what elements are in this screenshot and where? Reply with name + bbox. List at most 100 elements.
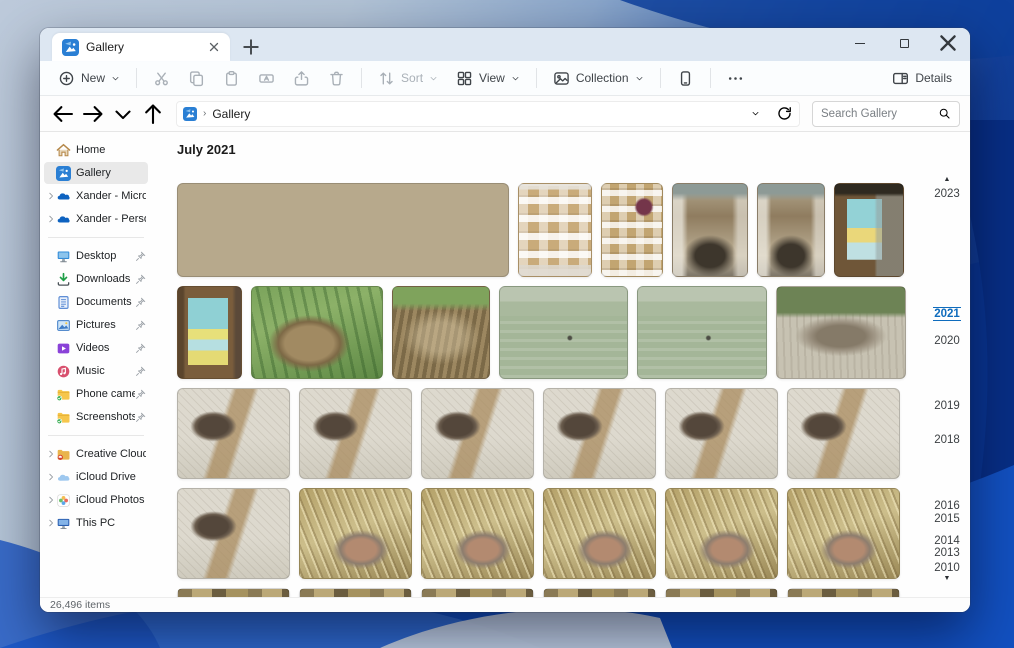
sidebar-item-documents[interactable]: Documents [44,291,148,313]
timeline-year-2021[interactable]: 2021 [924,308,970,320]
search-box[interactable] [812,101,960,127]
sidebar-item-videos[interactable]: Videos [44,337,148,359]
photo-nest-close[interactable] [392,286,490,379]
share-button[interactable] [285,65,318,92]
sidebar-item-creative-cloud-files[interactable]: Creative Cloud Files [44,443,148,465]
breadcrumb[interactable]: › Gallery [176,101,800,127]
up-button[interactable] [140,101,166,127]
pin-icon [135,297,146,308]
sidebar-item-home[interactable]: Home [44,139,148,161]
photo-bird-poster-close[interactable] [177,286,242,379]
photo-sparrow-on-sand-2[interactable] [299,388,412,479]
sidebar-item-this-pc[interactable]: This PC [44,512,148,534]
photo-interior-windows-2[interactable] [757,183,825,277]
tab-gallery[interactable]: Gallery [52,33,230,61]
sort-button[interactable]: Sort [370,65,446,92]
timeline-year-2023[interactable]: 2023 [924,188,970,200]
photo-clipped-photo-4[interactable] [543,588,656,597]
expand-chevron-icon[interactable] [46,518,56,528]
forward-button[interactable] [80,101,106,127]
sidebar-item-phone-camera-roll[interactable]: Phone camera rc [44,383,148,405]
tab-close-icon[interactable] [206,39,222,55]
more-options-button[interactable] [719,65,752,92]
photo-sparrow-in-straw-4[interactable] [665,488,778,579]
photo-sparrow-in-straw-2[interactable] [421,488,534,579]
photo-sparrow-on-sand-6[interactable] [787,388,900,479]
photo-clipped-photo-6[interactable] [787,588,900,597]
phone-link-button[interactable] [669,65,702,92]
photo-interior-windows[interactable] [672,183,748,277]
photo-sparrow-on-sand-3[interactable] [421,388,534,479]
back-button[interactable] [50,101,76,127]
photo-bird-poster-on-post[interactable] [834,183,904,277]
sidebar-item-onedrive-microsoft[interactable]: Xander - Microsoft [44,185,148,207]
refresh-button[interactable] [776,105,793,122]
photo-sparrow-on-sand-4[interactable] [543,388,656,479]
timeline-year-2010[interactable]: 2010 [924,562,970,574]
timeline-year-2018[interactable]: 2018 [924,434,970,446]
photo-clipped-photo-2[interactable] [299,588,412,597]
photo-marsh-with-bird[interactable] [499,286,628,379]
status-bar: 26,496 items [40,597,970,612]
sidebar-item-icloud-photos[interactable]: iCloud Photos [44,489,148,511]
search-input[interactable] [821,108,938,120]
sidebar-item-onedrive-personal[interactable]: Xander - Personal [44,208,148,230]
sidebar-item-label: Pictures [76,319,135,331]
photo-visitor-center-panorama[interactable] [177,183,509,277]
photo-bulletin-board[interactable] [518,183,592,277]
timeline-down-icon[interactable]: ▼ [924,575,970,582]
photo-nest-in-grass-wide[interactable] [251,286,383,379]
cut-button[interactable] [145,65,178,92]
photo-row [177,286,905,379]
photo-marsh-with-bird-2[interactable] [637,286,767,379]
paste-button[interactable] [215,65,248,92]
new-chevron-icon [111,74,120,83]
sidebar-item-desktop[interactable]: Desktop [44,245,148,267]
copy-button[interactable] [180,65,213,92]
minimize-button[interactable] [838,28,882,58]
photo-sparrow-on-sand-5[interactable] [665,388,778,479]
sidebar-item-pictures[interactable]: Pictures [44,314,148,336]
photo-row [177,488,905,579]
photo-driftwood-on-beach[interactable] [776,286,906,379]
timeline-year-2016[interactable]: 2016 [924,500,970,512]
expand-chevron-icon[interactable] [46,472,56,482]
collection-button[interactable]: Collection [545,65,652,92]
expand-chevron-icon[interactable] [46,449,56,459]
photo-clipped-photo-3[interactable] [421,588,534,597]
photo-sparrow-in-straw-1[interactable] [299,488,412,579]
address-dropdown-icon[interactable] [751,109,760,118]
rename-button[interactable] [250,65,283,92]
sidebar-item-gallery[interactable]: Gallery [44,162,148,184]
photo-sparrow-on-sand-7[interactable] [177,488,290,579]
new-tab-button[interactable] [238,35,264,59]
timeline-year-2013[interactable]: 2013 [924,547,970,559]
expand-chevron-icon[interactable] [46,495,56,505]
close-button[interactable] [926,28,970,58]
timeline-year-2020[interactable]: 2020 [924,335,970,347]
new-button[interactable]: New [50,65,128,92]
sidebar-item-screenshots[interactable]: Screenshots [44,406,148,428]
details-button[interactable]: Details [884,65,960,92]
view-button[interactable]: View [448,65,528,92]
expand-chevron-icon[interactable] [46,214,56,224]
delete-button[interactable] [320,65,353,92]
timeline-year-2019[interactable]: 2019 [924,400,970,412]
sidebar-item-music[interactable]: Music [44,360,148,382]
photo-sparrow-in-straw-5[interactable] [787,488,900,579]
timeline-up-icon[interactable]: ▲ [924,176,970,183]
expand-chevron-icon[interactable] [46,191,56,201]
photo-sparrow-in-straw-3[interactable] [543,488,656,579]
sidebar-item-downloads[interactable]: Downloads [44,268,148,290]
photo-clipped-photo-1[interactable] [177,588,290,597]
maximize-button[interactable] [882,28,926,58]
timeline-year-2014[interactable]: 2014 [924,535,970,547]
toolbar-divider [710,68,711,88]
sidebar-item-icloud-drive[interactable]: iCloud Drive [44,466,148,488]
recent-locations-button[interactable] [110,101,136,127]
timeline-year-2015[interactable]: 2015 [924,513,970,525]
photo-clipped-photo-5[interactable] [665,588,778,597]
photo-bulletin-board-2[interactable] [601,183,663,277]
photo-sparrow-on-sand-1[interactable] [177,388,290,479]
breadcrumb-item-gallery[interactable]: Gallery [212,107,250,121]
